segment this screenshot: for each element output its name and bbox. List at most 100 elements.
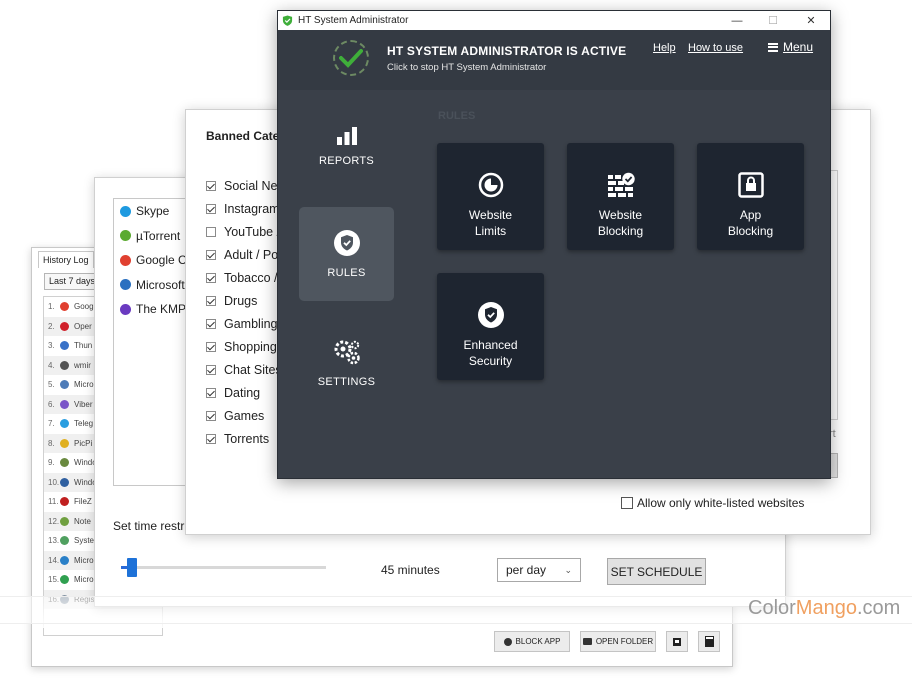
category-checkbox[interactable] [206, 433, 216, 444]
category-item[interactable]: Instagram [206, 197, 282, 220]
sidebar-label-reports: REPORTS [318, 155, 375, 167]
shield-check-icon [333, 230, 360, 256]
app-icon [120, 254, 131, 266]
menu-label: Menu [783, 40, 814, 54]
floppy-icon [673, 637, 681, 646]
row-app-name: Goog [74, 302, 94, 312]
status-title[interactable]: HT SYSTEM ADMINISTRATOR IS ACTIVE [387, 44, 626, 58]
shield-check-icon [477, 302, 504, 328]
category-item[interactable]: Chat Sites [206, 358, 282, 381]
category-item[interactable]: Tobacco / [206, 266, 282, 289]
category-checkbox[interactable] [206, 364, 216, 375]
set-schedule-button[interactable]: SET SCHEDULE [607, 558, 706, 585]
category-checkbox[interactable] [206, 226, 216, 237]
category-checkbox[interactable] [206, 341, 216, 352]
category-item[interactable]: Gambling [206, 312, 282, 335]
tile-app-blocking[interactable]: App Blocking [697, 143, 804, 250]
category-label: Instagram [224, 201, 280, 216]
category-item[interactable]: Social Net [206, 174, 282, 197]
minimize-button[interactable]: — [718, 11, 756, 30]
category-label: Social Net [224, 178, 281, 193]
sidebar-item-rules[interactable]: RULES [299, 207, 394, 301]
category-label: Shopping [224, 339, 277, 354]
tab-history-log[interactable]: History Log [38, 251, 94, 268]
open-folder-label: OPEN FOLDER [595, 637, 654, 646]
category-item[interactable]: Adult / Po [206, 243, 282, 266]
tile-label-line2: Blocking [727, 224, 774, 238]
how-to-use-link[interactable]: How to use [688, 42, 743, 54]
app-icon [60, 497, 69, 507]
time-slider-track[interactable] [121, 566, 326, 569]
status-toggle[interactable] [333, 40, 369, 76]
sidebar-label-settings: SETTINGS [317, 376, 376, 388]
watermark-part1: Color [748, 597, 796, 619]
row-number: 7. [48, 419, 55, 429]
tile-label-line1: Enhanced [463, 338, 518, 352]
row-number: 12. [48, 516, 60, 526]
sidebar-item-settings[interactable]: SETTINGS [299, 316, 394, 410]
category-checkbox[interactable] [206, 203, 216, 214]
block-app-button[interactable]: BLOCK APP [494, 631, 570, 652]
tile-enhanced-security[interactable]: Enhanced Security [437, 273, 544, 380]
app-icon [60, 380, 69, 390]
tile-label-line2: Limits [474, 224, 507, 238]
category-checkbox[interactable] [206, 272, 216, 283]
save-button[interactable] [666, 631, 688, 652]
category-checkbox[interactable] [206, 410, 216, 421]
row-app-name: Micro [74, 380, 94, 390]
category-label: YouTube / [224, 224, 281, 239]
row-app-name: Teleg [74, 419, 94, 429]
category-label: Drugs [224, 293, 258, 308]
category-item[interactable]: Shopping [206, 335, 282, 358]
category-checkbox[interactable] [206, 318, 216, 329]
brick-wall-check-icon [607, 172, 635, 197]
sidebar-item-reports[interactable]: REPORTS [299, 100, 394, 194]
category-item[interactable]: Torrents [206, 427, 282, 450]
row-app-name: Note [74, 516, 91, 526]
delete-button[interactable] [698, 631, 720, 652]
category-checkbox[interactable] [206, 387, 216, 398]
app-icon [60, 477, 69, 487]
category-checkbox[interactable] [206, 295, 216, 306]
row-number: 11. [48, 497, 59, 507]
tile-label-line2: Security [468, 354, 513, 368]
whitelist-label: Allow only white-listed websites [637, 496, 805, 510]
whitelist-option[interactable]: Allow only white-listed websites [621, 496, 804, 510]
help-link[interactable]: Help [653, 42, 676, 54]
app-icon [120, 205, 131, 217]
trash-icon [704, 636, 714, 647]
whitelist-checkbox[interactable] [621, 497, 633, 509]
watermark: ColorMango.com [748, 597, 900, 620]
title-bar: HT System Administrator — ☐ ✕ [278, 11, 830, 30]
category-item[interactable]: Drugs [206, 289, 282, 312]
category-checkbox[interactable] [206, 180, 216, 191]
period-select[interactable]: per day ⌄ [497, 558, 581, 582]
sidebar-label-rules: RULES [327, 267, 366, 279]
app-icon [60, 458, 69, 468]
menu-button[interactable]: Menu [768, 40, 813, 54]
tile-website-limits[interactable]: Website Limits [437, 143, 544, 250]
tile-label-line1: Website [598, 208, 643, 222]
clock-pie-icon [478, 172, 503, 198]
tile-label-line2: Blocking [597, 224, 644, 238]
app-icon [120, 230, 131, 242]
period-select-value: per day [506, 563, 547, 577]
open-folder-button[interactable]: OPEN FOLDER [580, 631, 656, 652]
category-checkbox[interactable] [206, 249, 216, 260]
row-app-name: Viber [74, 399, 93, 409]
status-header: HT SYSTEM ADMINISTRATOR IS ACTIVE Click … [278, 30, 830, 90]
app-icon [60, 555, 69, 565]
category-label: Chat Sites [224, 362, 282, 377]
tile-label-line1: Website [468, 208, 513, 222]
close-button[interactable]: ✕ [792, 11, 830, 30]
time-slider-thumb[interactable] [126, 558, 137, 577]
chevron-down-icon: ⌄ [564, 564, 572, 575]
category-item[interactable]: YouTube / [206, 220, 282, 243]
maximize-button[interactable]: ☐ [754, 11, 792, 30]
category-item[interactable]: Dating [206, 381, 282, 404]
set-time-label: Set time restri [113, 519, 188, 533]
row-app-name: Oper [74, 321, 92, 331]
tile-website-blocking[interactable]: Website Blocking [567, 143, 674, 250]
status-subtitle[interactable]: Click to stop HT System Administrator [387, 62, 546, 73]
category-item[interactable]: Games [206, 404, 282, 427]
